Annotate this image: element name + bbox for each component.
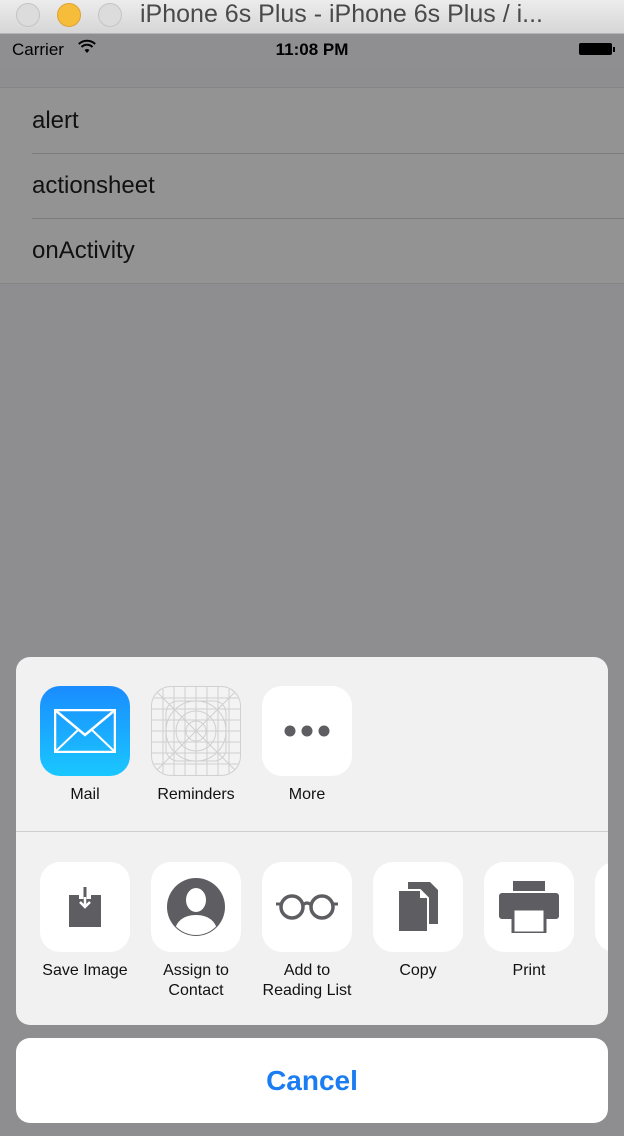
table-view: alert actionsheet onActivity [0,87,624,284]
share-mail[interactable]: Mail [39,686,131,805]
zoom-window-button[interactable] [98,3,122,27]
mail-icon [40,686,130,776]
print-icon [484,862,574,952]
window-title: iPhone 6s Plus - iPhone 6s Plus / i... [140,0,543,28]
share-label: Mail [70,786,100,803]
cancel-button[interactable]: Cancel [16,1038,608,1123]
close-window-button[interactable] [16,3,40,27]
action-copy[interactable]: Copy [372,862,464,981]
status-bar: Carrier 11:08 PM [0,34,624,66]
table-row-actionsheet[interactable]: actionsheet [0,153,624,218]
action-assign-to-contact[interactable]: Assign to Contact [150,862,242,1001]
share-more[interactable]: More [261,686,353,805]
minimize-window-button[interactable] [57,3,81,27]
clock: 11:08 PM [275,40,349,59]
window-titlebar: iPhone 6s Plus - iPhone 6s Plus / i... [0,0,624,34]
contact-icon [151,862,241,952]
share-label: More [288,786,326,803]
action-label: Copy [399,962,437,979]
share-reminders[interactable]: Reminders [150,686,242,805]
action-label: Save Image [42,962,128,979]
sheet-divider [16,831,608,832]
table-row-onactivity[interactable]: onActivity [0,218,624,283]
table-row-alert[interactable]: alert [0,88,624,153]
copy-icon [373,862,463,952]
next-action-tile [595,862,608,952]
activity-sheet: Mail Reminders More Save Image Assign to… [16,657,608,1025]
action-add-to-reading-list[interactable]: Add to Reading List [261,862,353,1001]
save-image-icon [40,862,130,952]
glasses-icon [262,862,352,952]
battery-icon [579,43,615,55]
more-icon [262,686,352,776]
share-label: Reminders [157,786,235,803]
action-save-image[interactable]: Save Image [39,862,131,981]
action-label: Print [512,962,546,979]
action-next-partial[interactable] [594,862,608,952]
action-print[interactable]: Print [483,862,575,981]
action-label: Add to Reading List [262,962,352,999]
reminders-icon [151,686,241,776]
action-label: Assign to Contact [163,962,229,999]
